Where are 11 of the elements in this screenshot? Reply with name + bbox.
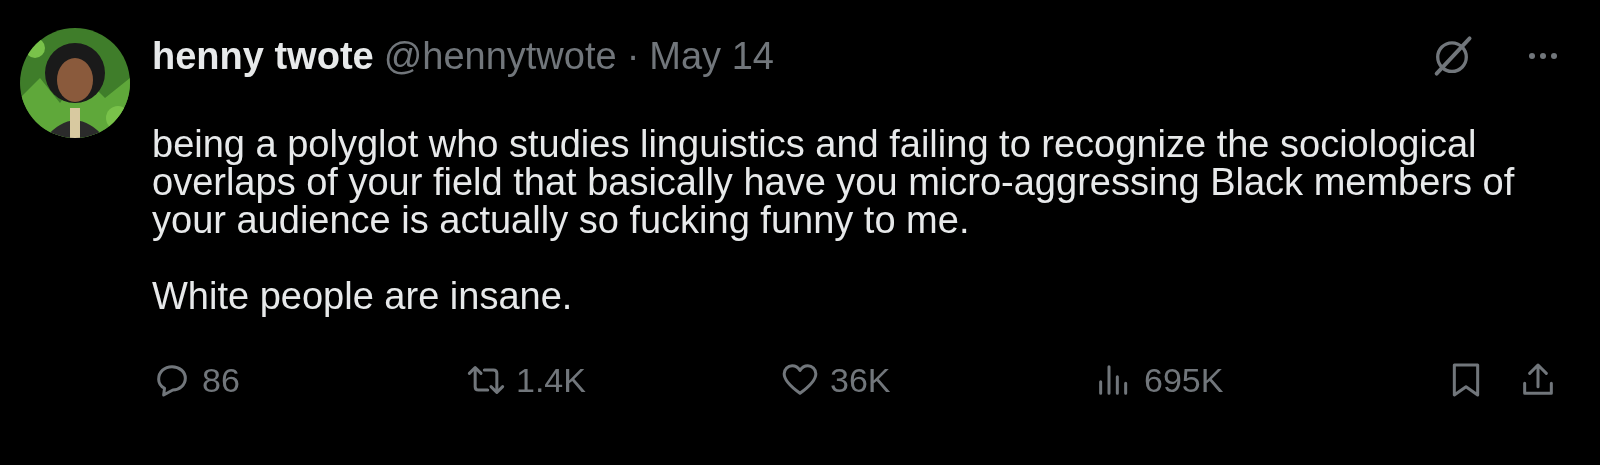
action-count: 695K (1144, 360, 1224, 400)
author-handle[interactable]: @hennytwote (383, 34, 617, 78)
action-count: 1.4K (516, 360, 586, 400)
post-text: being a polyglot who studies linguistics and failing to recognize the sociological overlaps of your field that basically have you micro-aggressing Black members of your audience is actually so fucking funny to me. (152, 125, 1516, 239)
post-text: White people are insane. (152, 277, 574, 315)
more-icon[interactable] (1528, 52, 1558, 60)
author-name[interactable]: henny twote (152, 34, 374, 78)
action-count: 36K (830, 360, 891, 400)
post-date[interactable]: May 14 (649, 34, 774, 78)
action-count: 86 (202, 360, 240, 400)
separator: · (626, 34, 640, 78)
